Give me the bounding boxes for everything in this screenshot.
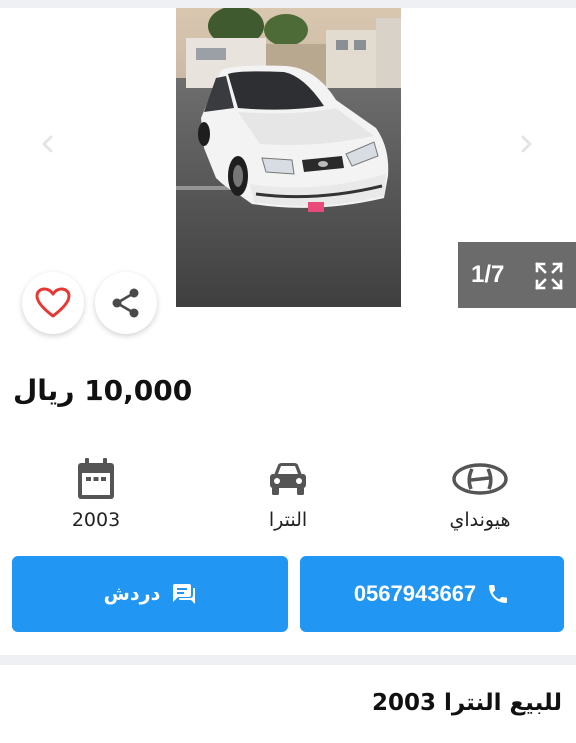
call-button[interactable]: 0567943667 (300, 556, 564, 632)
share-icon (112, 288, 139, 318)
heart-icon (35, 287, 71, 318)
spec-brand-value: هيونداي (449, 509, 511, 531)
listing-price: 10,000 ريال (13, 374, 193, 407)
calendar-icon (78, 458, 114, 499)
hyundai-logo-icon (452, 463, 508, 495)
chevron-right-icon (521, 135, 532, 153)
spec-year-value: 2003 (71, 509, 121, 531)
next-image-button[interactable] (514, 132, 538, 156)
chat-button[interactable]: دردش (12, 556, 288, 632)
spec-brand: هيونداي (420, 455, 540, 531)
section-divider (0, 655, 576, 665)
image-counter-text: 1/7 (471, 261, 505, 288)
previous-image-button[interactable] (36, 132, 60, 156)
image-gallery[interactable]: 1/7 (0, 8, 576, 308)
car-icon (270, 463, 306, 495)
phone-number: 0567943667 (353, 581, 477, 606)
chevron-left-icon (42, 135, 53, 153)
listing-title: للبيع النترا 2003 (371, 690, 562, 716)
image-counter[interactable]: 1/7 (458, 242, 576, 308)
chat-icon (173, 584, 196, 604)
share-button[interactable] (95, 272, 157, 334)
expand-icon[interactable] (534, 261, 564, 291)
spec-model: النترا (228, 455, 348, 531)
favorite-button[interactable] (22, 272, 84, 334)
chat-button-label: دردش (103, 583, 161, 605)
spec-year: 2003 (36, 455, 156, 531)
car-photo[interactable] (176, 8, 401, 307)
top-strip (0, 0, 576, 8)
phone-icon (489, 585, 508, 603)
spec-model-value: النترا (268, 509, 308, 531)
